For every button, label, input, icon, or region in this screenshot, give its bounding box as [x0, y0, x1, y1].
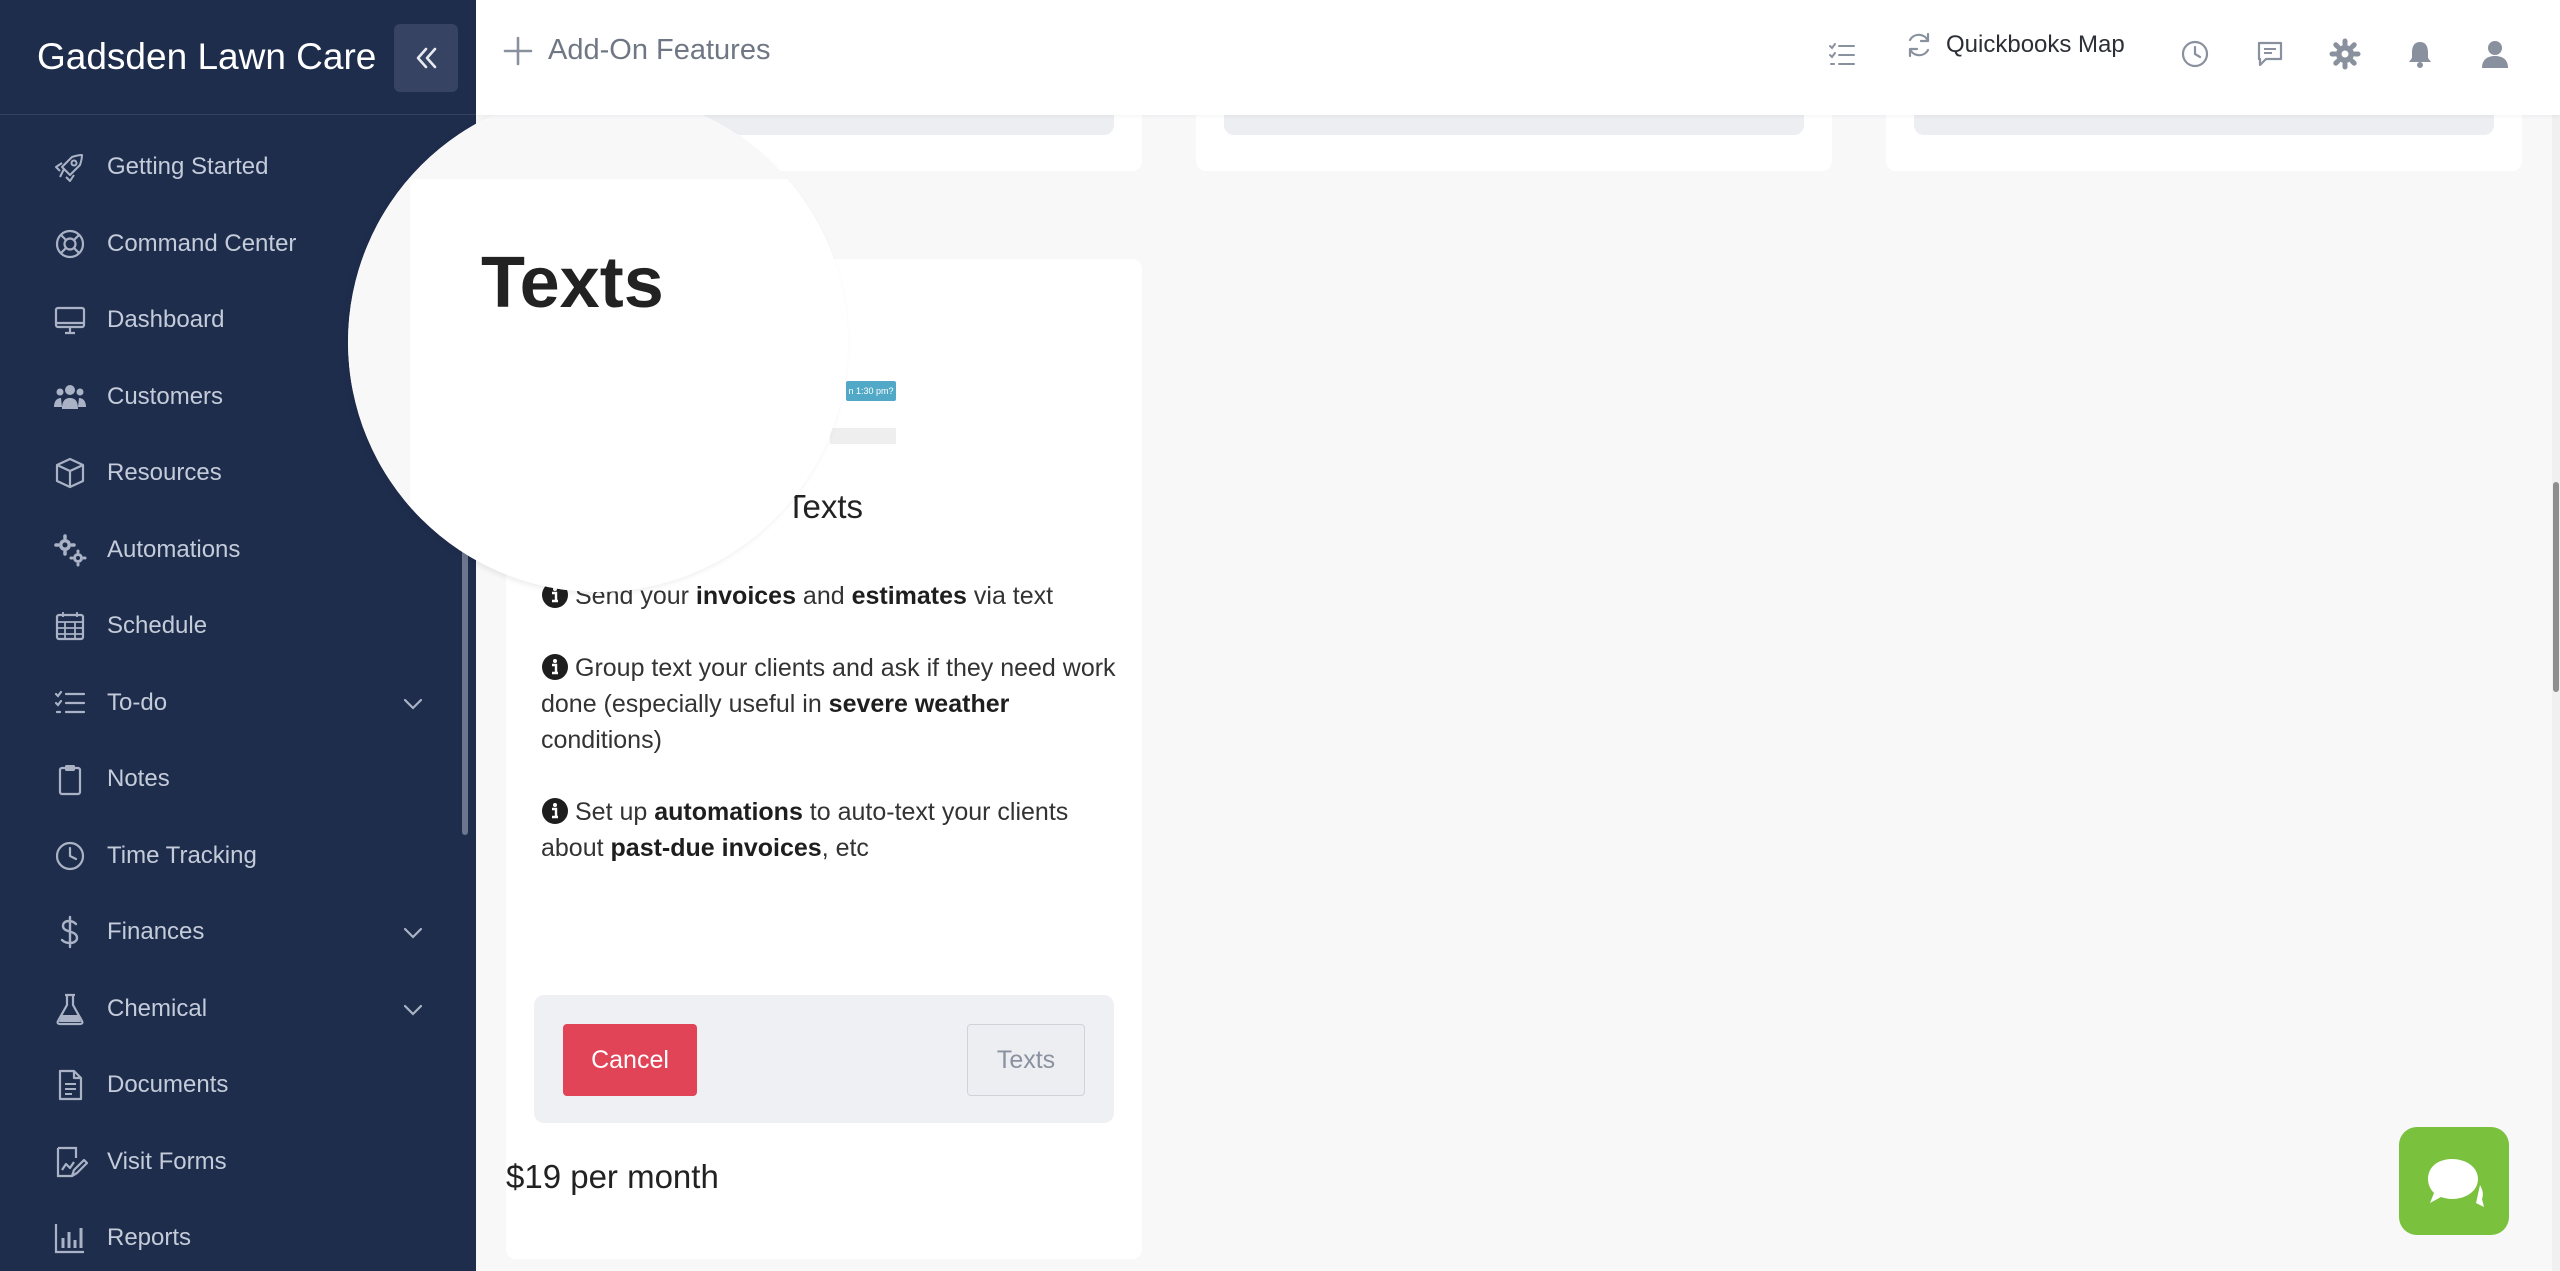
sidebar-item-label: To-do — [107, 688, 168, 716]
card-footer-partial — [1224, 115, 1804, 135]
users-icon — [52, 379, 88, 415]
sidebar-item-time-tracking[interactable]: Time Tracking — [0, 818, 476, 895]
box-icon — [52, 455, 88, 491]
double-chevron-left-icon — [416, 47, 437, 69]
feature-card-partial — [1196, 115, 1832, 171]
feature-text: Set up — [575, 798, 655, 826]
sidebar-item-finances[interactable]: Finances — [0, 894, 476, 971]
card-footer-partial — [1914, 115, 2494, 135]
history-clock-icon[interactable] — [2179, 38, 2211, 70]
checklist-icon[interactable] — [1826, 38, 1858, 70]
price-label: $19 per month — [506, 1158, 719, 1195]
sidebar-item-label: Schedule — [107, 612, 208, 640]
collapse-sidebar-button[interactable] — [394, 24, 458, 92]
sidebar-item-label: Resources — [107, 459, 222, 487]
plus-icon — [503, 36, 533, 65]
page-scrollbar-track[interactable] — [2552, 115, 2560, 1271]
page-title: Add-On Features — [548, 34, 771, 66]
sidebar-item-label: Documents — [107, 1071, 229, 1099]
cogs-icon — [52, 532, 88, 568]
feature-text: via text — [966, 582, 1054, 610]
sidebar-item-label: Notes — [107, 765, 170, 793]
monitor-icon — [52, 302, 88, 338]
sidebar-item-visit-forms[interactable]: Visit Forms — [0, 1124, 476, 1201]
info-icon — [541, 797, 569, 825]
sidebar-item-label: Finances — [107, 918, 205, 946]
sidebar-item-label: Command Center — [107, 229, 297, 257]
sidebar-item-to-do[interactable]: To-do — [0, 665, 476, 742]
refresh-icon — [1908, 32, 1930, 58]
zoom-magnifier: Texts — [348, 92, 848, 592]
texts-button[interactable]: Texts — [967, 1024, 1085, 1096]
sidebar-item-reports[interactable]: Reports — [0, 1200, 476, 1271]
bar-chart-icon — [52, 1220, 88, 1256]
preview-image-badge: n 1:30 pm? — [846, 381, 896, 401]
feature-card-partial — [1886, 115, 2522, 171]
chat-bubbles-icon — [2428, 1159, 2484, 1207]
feature-emphasis: past-due invoices — [610, 834, 822, 862]
feature-emphasis: automations — [654, 798, 803, 826]
sidebar-item-label: Reports — [107, 1224, 192, 1252]
chevron-down-icon — [400, 997, 426, 1028]
brand-name: Gadsden Lawn Care — [37, 36, 377, 77]
rocket-icon — [52, 149, 88, 185]
sidebar-item-notes[interactable]: Notes — [0, 741, 476, 818]
sidebar-item-schedule[interactable]: Schedule — [0, 588, 476, 665]
document-icon — [52, 1067, 88, 1103]
sidebar-item-label: Customers — [107, 382, 224, 410]
chevron-down-icon — [400, 691, 426, 722]
feature-emphasis: severe weather — [828, 690, 1010, 718]
clock-icon — [52, 838, 88, 874]
magnified-title: Texts — [481, 243, 664, 323]
sidebar-item-label: Time Tracking — [107, 841, 257, 869]
message-icon[interactable] — [2254, 38, 2286, 70]
feature-text: , etc — [821, 834, 869, 862]
quickbooks-map-button[interactable]: Quickbooks Map — [1904, 30, 2125, 60]
lifebuoy-icon — [52, 226, 88, 262]
chevron-down-icon — [400, 920, 426, 951]
magnified-card — [410, 179, 848, 592]
checklist-icon — [52, 685, 88, 721]
dollar-icon — [52, 914, 88, 950]
top-bar: Add-On Features Quickbooks Map — [476, 0, 2560, 115]
feature-emphasis: estimates — [851, 582, 967, 610]
sidebar-item-chemical[interactable]: Chemical — [0, 971, 476, 1048]
calendar-icon — [52, 608, 88, 644]
info-icon — [541, 653, 569, 681]
sidebar-item-documents[interactable]: Documents — [0, 1047, 476, 1124]
feature-text: conditions) — [541, 726, 662, 754]
sidebar-item-label: Visit Forms — [107, 1147, 227, 1175]
flask-icon — [52, 991, 88, 1027]
cancel-button[interactable]: Cancel — [563, 1024, 697, 1096]
sidebar-item-label: Automations — [107, 535, 241, 563]
gear-icon[interactable] — [2329, 38, 2361, 70]
feature-line: Set up automations to auto-text your cli… — [541, 794, 1121, 866]
page-scrollbar-thumb[interactable] — [2553, 482, 2559, 692]
feature-line: Group text your clients and ask if they … — [541, 650, 1121, 758]
sidebar-item-label: Chemical — [107, 994, 208, 1022]
form-icon — [52, 1144, 88, 1180]
sidebar-item-label: Dashboard — [107, 306, 225, 334]
chat-widget-button[interactable] — [2399, 1127, 2509, 1235]
quickbooks-map-label: Quickbooks Map — [1946, 31, 2125, 58]
bell-icon[interactable] — [2404, 38, 2436, 70]
user-profile-icon[interactable] — [2479, 38, 2511, 70]
add-on-features-title: Add-On Features — [502, 34, 770, 67]
clipboard-icon — [52, 761, 88, 797]
sidebar-item-label: Getting Started — [107, 153, 269, 181]
